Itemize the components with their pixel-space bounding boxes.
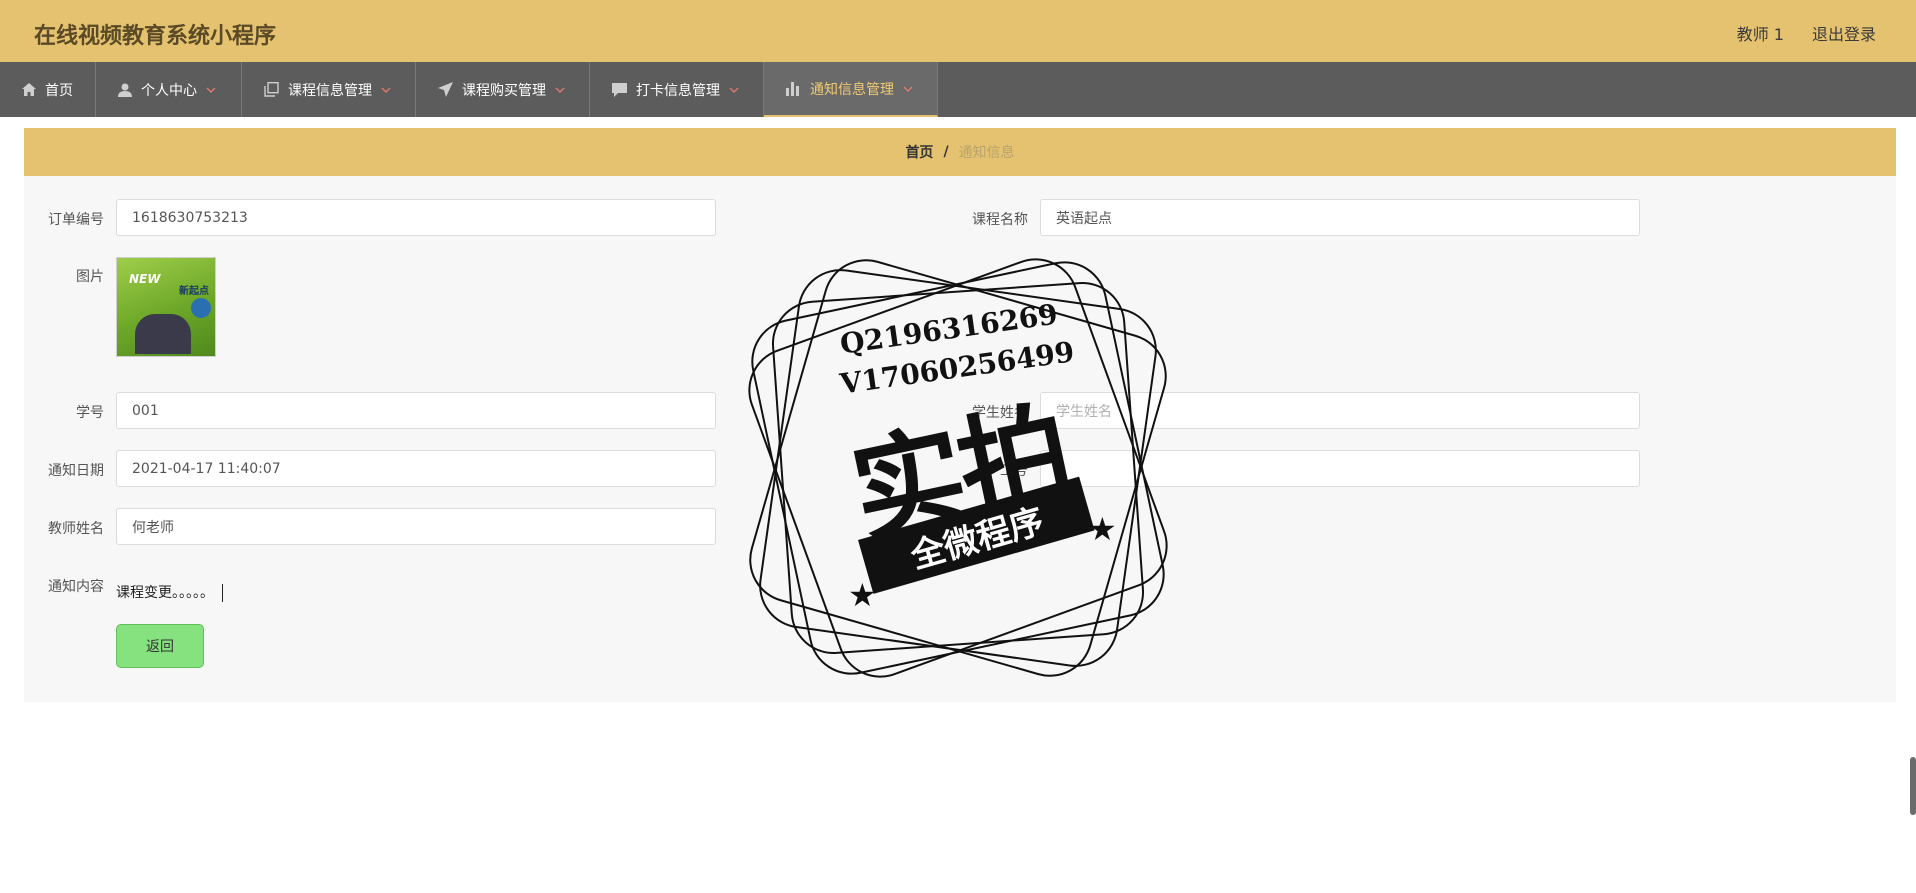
image-label: 图片 [76, 269, 104, 285]
back-button[interactable]: 返回 [116, 624, 204, 668]
top-user-area: 教师 1 退出登录 [1737, 21, 1876, 45]
notice-content-value: 课程变更。。。。。 [116, 585, 214, 601]
app-root: 在线视频教育系统小程序 教师 1 退出登录 首页 个人中心 课程信息管理 课程购… [0, 0, 1916, 893]
notice-date-field[interactable]: 2021-04-17 11:40:07 [116, 450, 716, 487]
main-nav: 首页 个人中心 课程信息管理 课程购买管理 打卡信息管理 通知信息管理 [0, 62, 1916, 117]
bar-chart-icon [786, 81, 799, 96]
chevron-down-icon [206, 87, 216, 93]
cover-people [135, 314, 191, 354]
app-title: 在线视频教育系统小程序 [34, 24, 277, 49]
current-user[interactable]: 教师 1 [1737, 21, 1784, 45]
home-icon [22, 83, 36, 96]
send-icon [438, 82, 453, 97]
top-header: 在线视频教育系统小程序 教师 1 退出登录 [0, 0, 1916, 62]
chat-icon [612, 82, 627, 97]
chevron-down-icon [381, 87, 391, 93]
nav-item-label: 首页 [45, 82, 73, 99]
notice-content-text[interactable]: 课程变更。。。。。 [116, 582, 223, 602]
cover-disc [191, 298, 211, 318]
course-name-label: 课程名称 [972, 212, 1028, 228]
nav-item-course-info[interactable]: 课程信息管理 [242, 62, 416, 117]
text-caret [222, 584, 223, 602]
course-cover-image: NEW 新起点 [116, 257, 216, 357]
nav-item-label: 课程购买管理 [462, 82, 546, 99]
star-icon: ★ [848, 576, 877, 614]
nav-item-notice-info[interactable]: 通知信息管理 [764, 62, 938, 117]
breadcrumb-current: 通知信息 [958, 145, 1015, 161]
copy-icon [264, 82, 279, 97]
cover-subtitle: 新起点 [179, 286, 209, 297]
teacher-name-label: 教师姓名 [48, 521, 104, 537]
course-name-field[interactable]: 英语起点 [1040, 199, 1640, 236]
student-no-label: 学号 [76, 405, 104, 421]
star-icon: ★ [1088, 510, 1117, 548]
nav-item-label: 个人中心 [141, 82, 197, 99]
logout-link[interactable]: 退出登录 [1812, 21, 1876, 45]
user-icon [118, 83, 132, 97]
chevron-down-icon [903, 86, 913, 92]
nav-item-home[interactable]: 首页 [0, 62, 96, 117]
breadcrumb-home[interactable]: 首页 [905, 142, 933, 162]
nav-item-label: 课程信息管理 [288, 82, 372, 99]
notice-date-label: 通知日期 [48, 463, 104, 479]
student-no-field[interactable]: 001 [116, 392, 716, 429]
order-no-field[interactable]: 1618630753213 [116, 199, 716, 236]
notice-content-label: 通知内容 [48, 579, 104, 595]
chevron-down-icon [555, 87, 565, 93]
nav-item-label: 通知信息管理 [810, 81, 894, 98]
nav-item-label: 打卡信息管理 [636, 82, 720, 99]
nav-item-course-purchase[interactable]: 课程购买管理 [416, 62, 590, 117]
teacher-name-field[interactable]: 何老师 [116, 508, 716, 545]
nav-item-checkin-info[interactable]: 打卡信息管理 [590, 62, 764, 117]
nav-item-personal-center[interactable]: 个人中心 [96, 62, 242, 117]
cover-title: NEW [129, 272, 161, 286]
breadcrumb: 首页 / 通知信息 [24, 128, 1896, 176]
order-no-label: 订单编号 [48, 212, 104, 228]
page-scrollbar[interactable] [1910, 757, 1916, 815]
watermark-stamp: Q2196316269 V17060256499 实拍 全微程序 ★ ★ [748, 258, 1168, 678]
chevron-down-icon [729, 87, 739, 93]
breadcrumb-separator: / [943, 144, 949, 160]
